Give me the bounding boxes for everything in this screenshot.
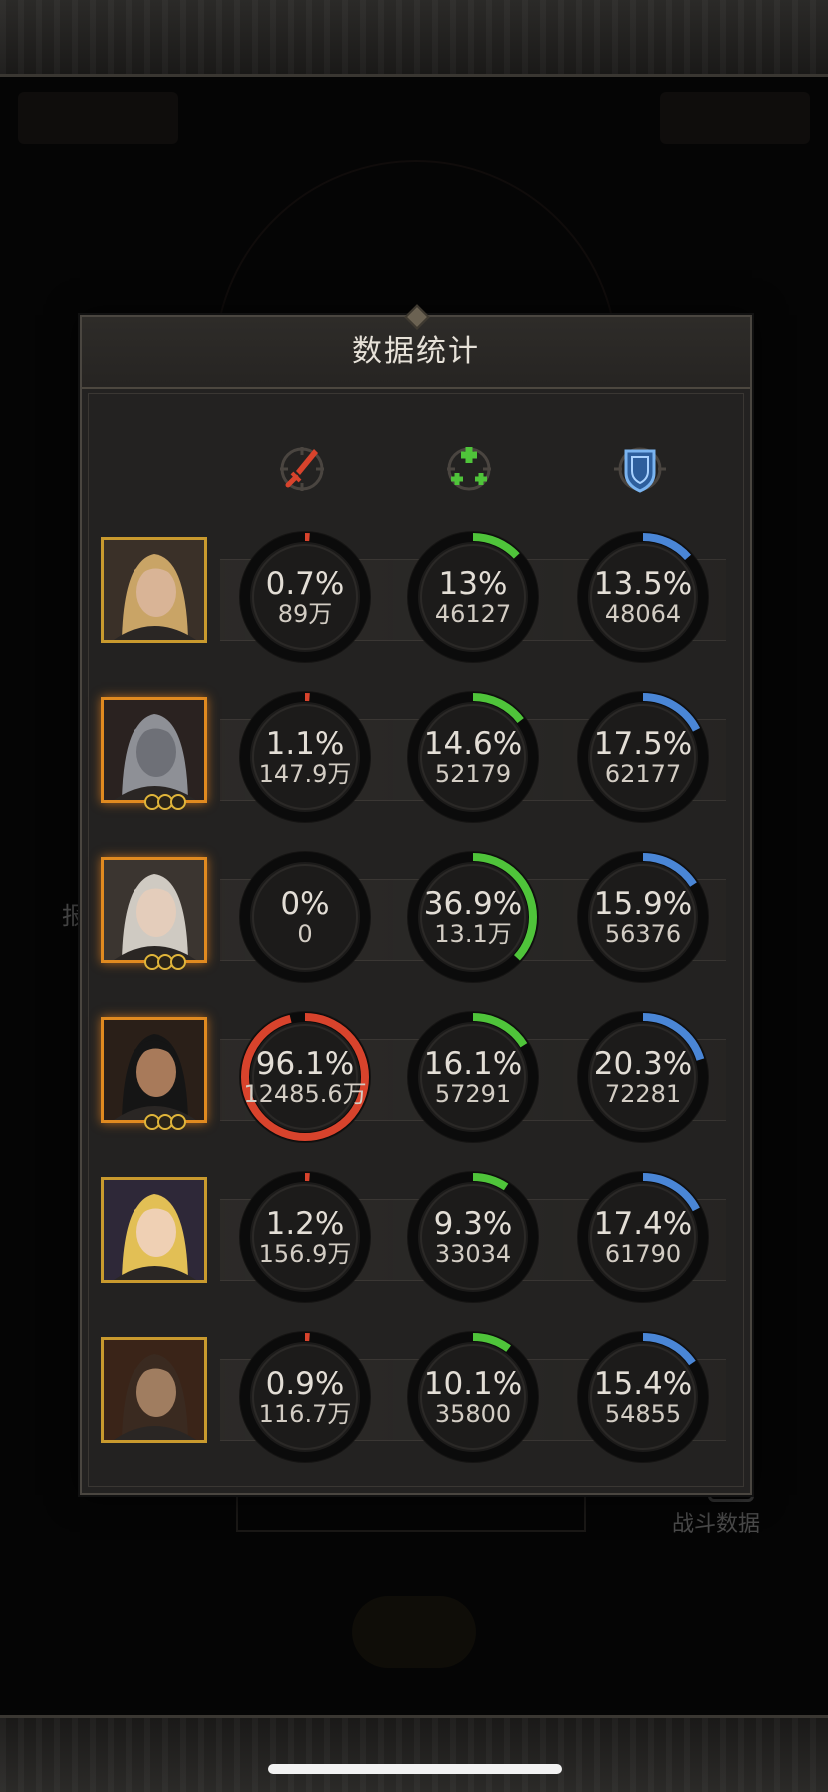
damage-taken-ring: 15.9% 56376 xyxy=(575,849,711,985)
damage-ring: 0% 0 xyxy=(237,849,373,985)
damage-taken-value: 56376 xyxy=(604,920,682,948)
healing-percent: 16.1% xyxy=(423,1046,523,1082)
healing-ring: 16.1% 57291 xyxy=(405,1009,541,1145)
damage-taken-percent: 15.9% xyxy=(593,886,693,922)
blonde-knight-portrait[interactable] xyxy=(101,537,207,643)
healing-ring: 13% 46127 xyxy=(405,529,541,665)
damage-taken-percent: 17.4% xyxy=(593,1206,693,1242)
healing-percent: 36.9% xyxy=(423,886,523,922)
hero-row: 0.7% 89万 13% 46127 13.5% 48064 xyxy=(80,517,748,677)
healing-percent: 10.1% xyxy=(423,1366,523,1402)
background-bottom-emblem xyxy=(352,1596,476,1668)
hero-row: 0.9% 116.7万 10.1% 35800 15.4% 54855 xyxy=(80,1317,748,1477)
panel-header: 数据统计 xyxy=(82,304,750,389)
damage-taken-percent: 15.4% xyxy=(593,1366,693,1402)
home-indicator[interactable] xyxy=(268,1764,562,1774)
damage-taken-percent: 13.5% xyxy=(593,566,693,602)
healing-percent: 14.6% xyxy=(423,726,523,762)
star-coins-icon xyxy=(144,1114,186,1130)
healing-value: 35800 xyxy=(434,1400,512,1428)
green-cross-icon xyxy=(437,437,501,501)
hero-row: 96.1% 12485.6万 16.1% 57291 20.3% 72281 xyxy=(80,997,748,1157)
damage-ring: 96.1% 12485.6万 xyxy=(237,1009,373,1145)
top-decorative-bar xyxy=(0,0,828,77)
silver-crowned-priestess-portrait[interactable] xyxy=(101,857,207,970)
damage-taken-ring: 15.4% 54855 xyxy=(575,1329,711,1465)
damage-percent: 96.1% xyxy=(255,1046,355,1082)
bearded-warrior-portrait[interactable] xyxy=(101,1337,207,1443)
star-coins-icon xyxy=(144,954,186,970)
healing-value: 46127 xyxy=(434,600,512,628)
damage-taken-ring: 20.3% 72281 xyxy=(575,1009,711,1145)
healing-ring: 9.3% 33034 xyxy=(405,1169,541,1305)
damage-percent: 0.7% xyxy=(265,566,345,602)
damage-taken-value: 48064 xyxy=(604,600,682,628)
damage-value: 147.9万 xyxy=(258,760,352,788)
damage-taken-value: 72281 xyxy=(604,1080,682,1108)
damage-percent: 0% xyxy=(280,886,330,922)
background-title-left xyxy=(18,92,178,144)
damage-percent: 0.9% xyxy=(265,1366,345,1402)
damage-taken-value: 61790 xyxy=(604,1240,682,1268)
red-sword-icon xyxy=(270,437,334,501)
damage-ring: 1.1% 147.9万 xyxy=(237,689,373,825)
werewolf-portrait[interactable] xyxy=(101,697,207,810)
healing-value: 57291 xyxy=(434,1080,512,1108)
damage-taken-value: 54855 xyxy=(604,1400,682,1428)
star-coins-icon xyxy=(144,794,186,810)
hero-row: 1.2% 156.9万 9.3% 33034 17.4% 61790 xyxy=(80,1157,748,1317)
damage-taken-ring: 17.4% 61790 xyxy=(575,1169,711,1305)
damage-taken-ring: 17.5% 62177 xyxy=(575,689,711,825)
healing-value: 13.1万 xyxy=(434,920,512,948)
battle-data-label: 战斗数据 xyxy=(672,1512,761,1537)
damage-taken-percent: 17.5% xyxy=(593,726,693,762)
hero-row: 1.1% 147.9万 14.6% 52179 17.5% 62177 xyxy=(80,677,748,837)
hero-row: 0% 0 36.9% 13.1万 15.9% 56376 xyxy=(80,837,748,997)
healing-ring: 10.1% 35800 xyxy=(405,1329,541,1465)
healing-value: 33034 xyxy=(434,1240,512,1268)
healing-ring: 36.9% 13.1万 xyxy=(405,849,541,985)
dark-haired-warrior-portrait[interactable] xyxy=(101,1017,207,1130)
background-title-right xyxy=(660,92,810,144)
damage-ring: 0.7% 89万 xyxy=(237,529,373,665)
healing-percent: 13% xyxy=(438,566,508,602)
damage-ring: 1.2% 156.9万 xyxy=(237,1169,373,1305)
healing-value: 52179 xyxy=(434,760,512,788)
damage-taken-value: 62177 xyxy=(604,760,682,788)
damage-value: 156.9万 xyxy=(258,1240,352,1268)
golden-haired-maiden-portrait[interactable] xyxy=(101,1177,207,1283)
damage-taken-ring: 13.5% 48064 xyxy=(575,529,711,665)
damage-value: 89万 xyxy=(277,600,333,628)
damage-value: 0 xyxy=(297,920,313,948)
panel-title: 数据统计 xyxy=(352,334,480,369)
healing-percent: 9.3% xyxy=(433,1206,513,1242)
blue-shield-icon xyxy=(608,437,672,501)
damage-value: 12485.6万 xyxy=(243,1080,367,1108)
damage-taken-percent: 20.3% xyxy=(593,1046,693,1082)
damage-percent: 1.2% xyxy=(265,1206,345,1242)
bottom-decorative-bar xyxy=(0,1715,828,1792)
healing-ring: 14.6% 52179 xyxy=(405,689,541,825)
damage-percent: 1.1% xyxy=(265,726,345,762)
damage-value: 116.7万 xyxy=(258,1400,352,1428)
damage-ring: 0.9% 116.7万 xyxy=(237,1329,373,1465)
